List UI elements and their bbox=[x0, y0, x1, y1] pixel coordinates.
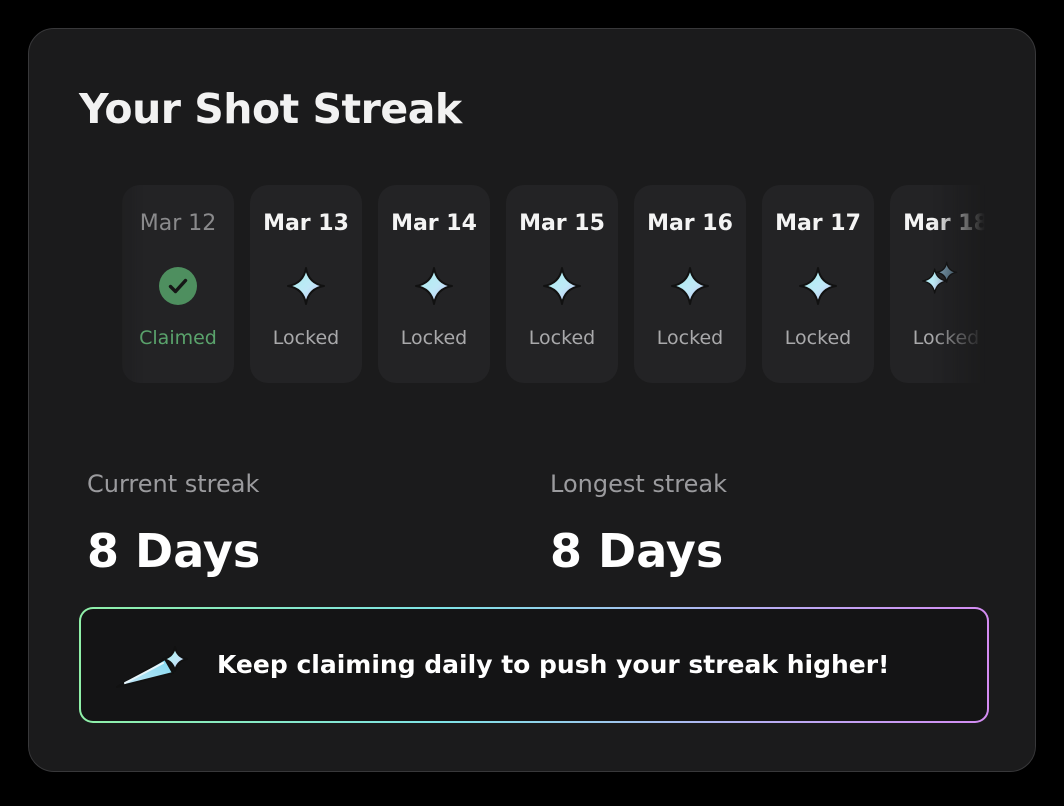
double-sparkle-icon bbox=[920, 259, 980, 313]
day-date: Mar 13 bbox=[263, 211, 349, 236]
sparkle-icon bbox=[414, 266, 454, 306]
day-tile-mar-12[interactable]: Mar 12 Claimed bbox=[122, 185, 234, 383]
card-title: Your Shot Streak bbox=[79, 85, 462, 133]
day-tile-mar-15[interactable]: Mar 15 Locked bbox=[506, 185, 618, 383]
current-streak-stat: Current streak 8 Days bbox=[87, 467, 260, 579]
streak-tip-banner: Keep claiming daily to push your streak … bbox=[79, 607, 989, 723]
day-status: Locked bbox=[656, 327, 724, 349]
current-streak-value: 8 Days bbox=[87, 524, 261, 578]
shooting-star-icon bbox=[115, 643, 193, 689]
check-circle-icon bbox=[158, 266, 198, 306]
current-streak-label: Current streak bbox=[87, 470, 260, 498]
day-status: Locked bbox=[784, 327, 852, 349]
day-status: Claimed bbox=[139, 327, 217, 349]
day-date: Mar 14 bbox=[391, 211, 477, 236]
day-tile-mar-13[interactable]: Mar 13 Locked bbox=[250, 185, 362, 383]
sparkle-icon bbox=[542, 266, 582, 306]
day-date: Mar 18 bbox=[903, 211, 985, 236]
day-tile-mar-18[interactable]: Mar 18 Locked bbox=[890, 185, 985, 383]
day-date: Mar 15 bbox=[519, 211, 605, 236]
banner-text: Keep claiming daily to push your streak … bbox=[217, 650, 890, 679]
day-status: Locked bbox=[528, 327, 596, 349]
day-tile-mar-17[interactable]: Mar 17 Locked bbox=[762, 185, 874, 383]
banner-body: Keep claiming daily to push your streak … bbox=[81, 609, 987, 721]
longest-streak-stat: Longest streak 8 Days bbox=[550, 467, 727, 579]
longest-streak-label: Longest streak bbox=[550, 470, 728, 498]
day-status: Locked bbox=[272, 327, 340, 349]
sparkle-icon bbox=[798, 266, 838, 306]
sparkle-icon bbox=[286, 266, 326, 306]
day-tile-mar-14[interactable]: Mar 14 Locked bbox=[378, 185, 490, 383]
day-status: Locked bbox=[912, 327, 980, 349]
longest-streak-value: 8 Days bbox=[550, 524, 724, 578]
day-strip[interactable]: Mar 12 Claimed Mar 13 Locked Mar 14 Lock… bbox=[95, 185, 985, 383]
day-tile-mar-16[interactable]: Mar 16 Locked bbox=[634, 185, 746, 383]
day-date: Mar 17 bbox=[775, 211, 861, 236]
sparkle-icon bbox=[670, 266, 710, 306]
day-status: Locked bbox=[400, 327, 468, 349]
day-date: Mar 12 bbox=[139, 211, 217, 236]
day-date: Mar 16 bbox=[647, 211, 733, 236]
